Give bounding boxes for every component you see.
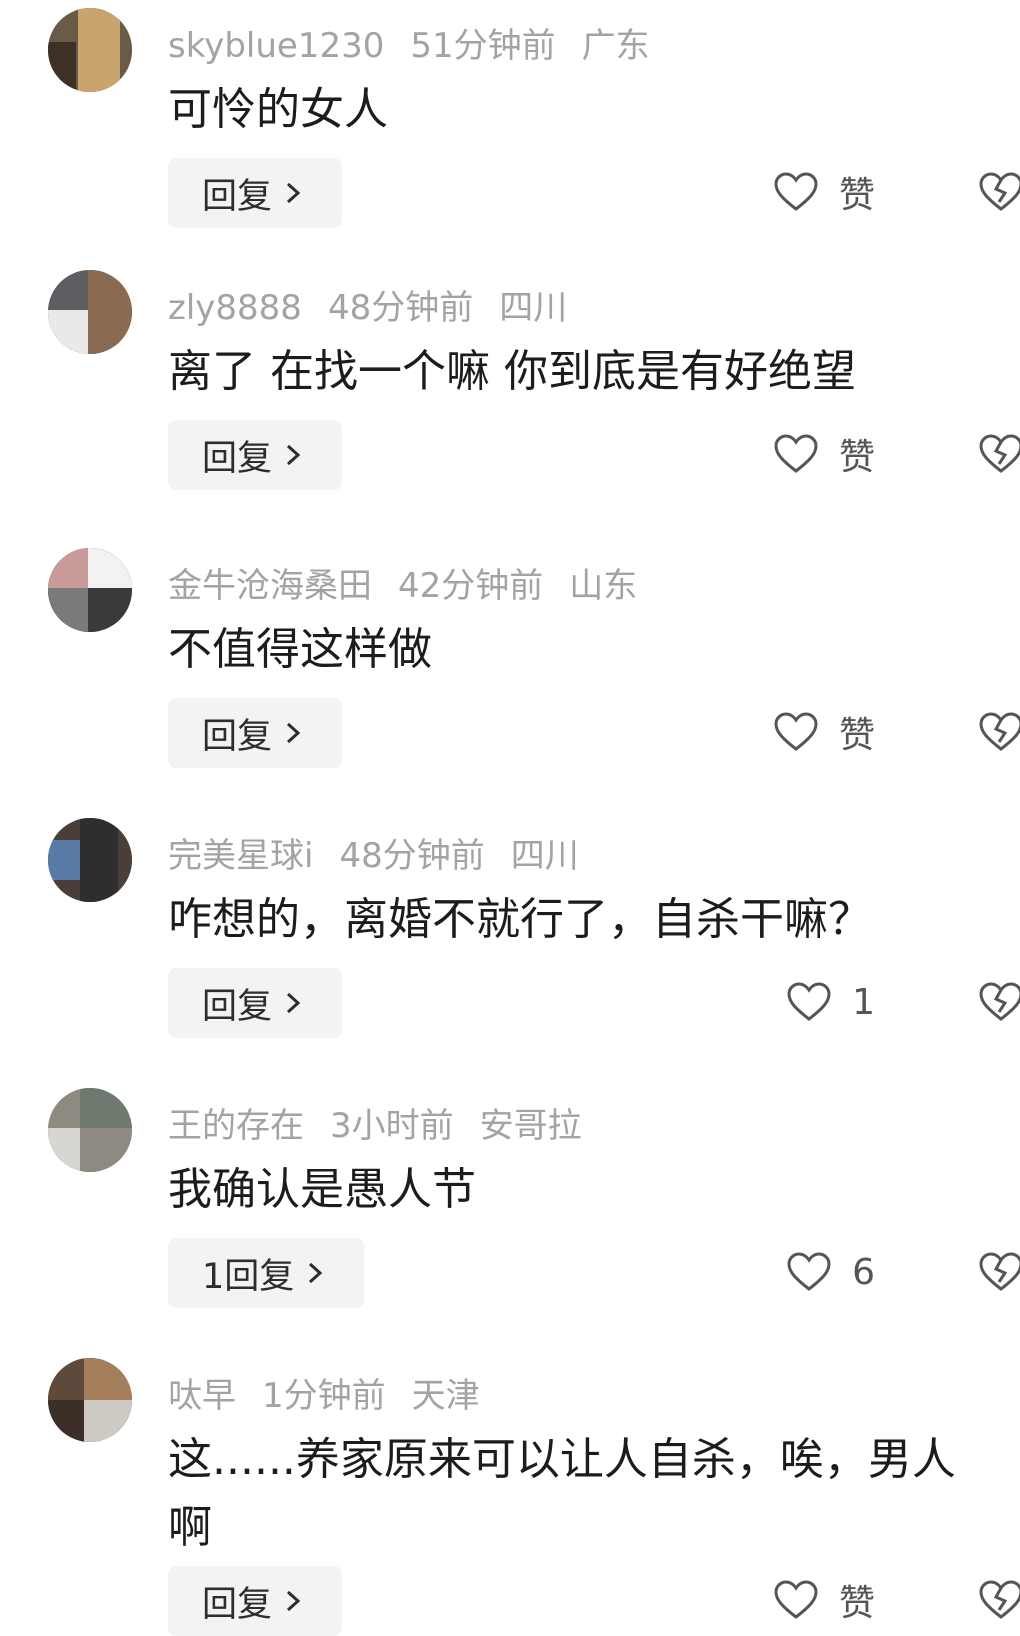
broken-heart-icon[interactable] bbox=[978, 433, 1020, 475]
reply-label: 回复 bbox=[202, 1584, 273, 1625]
like-count: 6 bbox=[852, 1251, 875, 1293]
comment-meta: 王的存在 3小时前 安哥拉 bbox=[168, 1106, 608, 1146]
reply-button[interactable]: 回复 bbox=[168, 1566, 343, 1636]
broken-heart-icon[interactable] bbox=[978, 711, 1020, 753]
like-button[interactable]: 赞 bbox=[773, 430, 875, 478]
like-label: 赞 bbox=[838, 1583, 875, 1624]
like-button[interactable]: 6 bbox=[786, 1248, 875, 1296]
broken-heart-icon[interactable] bbox=[978, 1579, 1020, 1621]
reply-label: 回复 bbox=[202, 176, 273, 217]
reply-label: 回复 bbox=[202, 986, 273, 1027]
reply-button[interactable]: 回复 bbox=[168, 698, 343, 768]
chevron-right-icon bbox=[287, 182, 301, 204]
reply-label: 回复 bbox=[202, 438, 273, 479]
chevron-right-icon bbox=[309, 1262, 323, 1284]
timestamp: 42分钟前 bbox=[398, 566, 544, 606]
like-label: 赞 bbox=[838, 715, 875, 756]
username[interactable]: skyblue1230 bbox=[168, 26, 384, 66]
comment-text: 这......养家原来可以让人自杀，唉，男人啊 bbox=[168, 1434, 956, 1553]
location: 山东 bbox=[569, 566, 638, 606]
broken-heart-icon[interactable] bbox=[978, 171, 1020, 213]
timestamp: 48分钟前 bbox=[327, 288, 474, 328]
comment-meta: 完美星球i 48分钟前 四川 bbox=[168, 836, 605, 876]
heart-outline-icon bbox=[774, 712, 818, 751]
comment-meta: 呔早 1分钟前 天津 bbox=[168, 1376, 506, 1416]
like-button[interactable]: 赞 bbox=[773, 708, 875, 756]
comment-text: 咋想的，离婚不就行了，自杀干嘛？ bbox=[168, 894, 872, 945]
like-count: 1 bbox=[852, 981, 875, 1023]
avatar[interactable] bbox=[48, 1088, 132, 1172]
reply-button[interactable]: 回复 bbox=[168, 968, 343, 1038]
chevron-right-icon bbox=[287, 444, 301, 466]
username[interactable]: 王的存在 bbox=[168, 1106, 304, 1146]
username[interactable]: 金牛沧海桑田 bbox=[168, 566, 372, 606]
broken-heart-icon[interactable] bbox=[978, 981, 1020, 1023]
broken-heart-icon[interactable] bbox=[978, 1251, 1020, 1293]
username[interactable]: zly8888 bbox=[168, 288, 302, 328]
reply-button[interactable]: 回复 bbox=[168, 158, 343, 228]
heart-outline-icon bbox=[787, 1252, 831, 1291]
comment-item: 完美星球i 48分钟前 四川 咋想的，离婚不就行了，自杀干嘛？ 回复 1 bbox=[0, 818, 1020, 1080]
location: 四川 bbox=[499, 288, 568, 328]
avatar[interactable] bbox=[48, 548, 132, 632]
comment-text: 离了 在找一个嘛 你到底是有好绝望 bbox=[168, 346, 856, 397]
like-button[interactable]: 赞 bbox=[773, 1576, 875, 1624]
reply-label: 回复 bbox=[202, 716, 273, 757]
like-label: 赞 bbox=[838, 437, 875, 478]
location: 天津 bbox=[411, 1376, 480, 1416]
reply-label: 1回复 bbox=[202, 1256, 295, 1297]
location: 四川 bbox=[510, 836, 579, 876]
like-button[interactable]: 赞 bbox=[773, 168, 875, 216]
username[interactable]: 呔早 bbox=[168, 1376, 236, 1416]
like-label: 赞 bbox=[838, 175, 875, 216]
comment-text: 我确认是愚人节 bbox=[168, 1164, 476, 1215]
comment-meta: 金牛沧海桑田 42分钟前 山东 bbox=[168, 566, 663, 606]
avatar[interactable] bbox=[48, 270, 132, 354]
reply-button[interactable]: 回复 bbox=[168, 420, 343, 490]
comment-text: 不值得这样做 bbox=[168, 624, 432, 675]
comment-meta: skyblue1230 51分钟前 广东 bbox=[168, 26, 676, 66]
comment-item: 王的存在 3小时前 安哥拉 我确认是愚人节 1回复 6 bbox=[0, 1088, 1020, 1350]
location: 广东 bbox=[581, 26, 650, 66]
comment-item: zly8888 48分钟前 四川 离了 在找一个嘛 你到底是有好绝望 回复 赞 bbox=[0, 270, 1020, 532]
avatar[interactable] bbox=[48, 818, 132, 902]
timestamp: 51分钟前 bbox=[410, 26, 556, 66]
timestamp: 1分钟前 bbox=[262, 1376, 386, 1416]
heart-outline-icon bbox=[774, 172, 818, 211]
timestamp: 48分钟前 bbox=[339, 836, 485, 876]
heart-outline-icon bbox=[774, 434, 818, 473]
comment-text: 可怜的女人 bbox=[168, 84, 388, 135]
avatar[interactable] bbox=[48, 1358, 132, 1442]
comment-item: 呔早 1分钟前 天津 这......养家原来可以让人自杀，唉，男人啊 回复 赞 bbox=[0, 1358, 1020, 1636]
heart-outline-icon bbox=[787, 982, 831, 1021]
like-button[interactable]: 1 bbox=[786, 978, 875, 1026]
comment-list: skyblue1230 51分钟前 广东 可怜的女人 回复 赞 zly8888 48分… bbox=[0, 0, 1020, 1636]
timestamp: 3小时前 bbox=[330, 1106, 454, 1146]
chevron-right-icon bbox=[287, 992, 301, 1014]
heart-outline-icon bbox=[774, 1580, 818, 1619]
comment-meta: zly8888 48分钟前 四川 bbox=[168, 288, 593, 328]
chevron-right-icon bbox=[287, 722, 301, 744]
comment-item: skyblue1230 51分钟前 广东 可怜的女人 回复 赞 bbox=[0, 8, 1020, 270]
comment-item: 金牛沧海桑田 42分钟前 山东 不值得这样做 回复 赞 bbox=[0, 548, 1020, 810]
reply-button[interactable]: 1回复 bbox=[168, 1238, 365, 1308]
username[interactable]: 完美星球i bbox=[168, 836, 313, 876]
avatar[interactable] bbox=[48, 8, 132, 92]
location: 安哥拉 bbox=[479, 1106, 582, 1146]
